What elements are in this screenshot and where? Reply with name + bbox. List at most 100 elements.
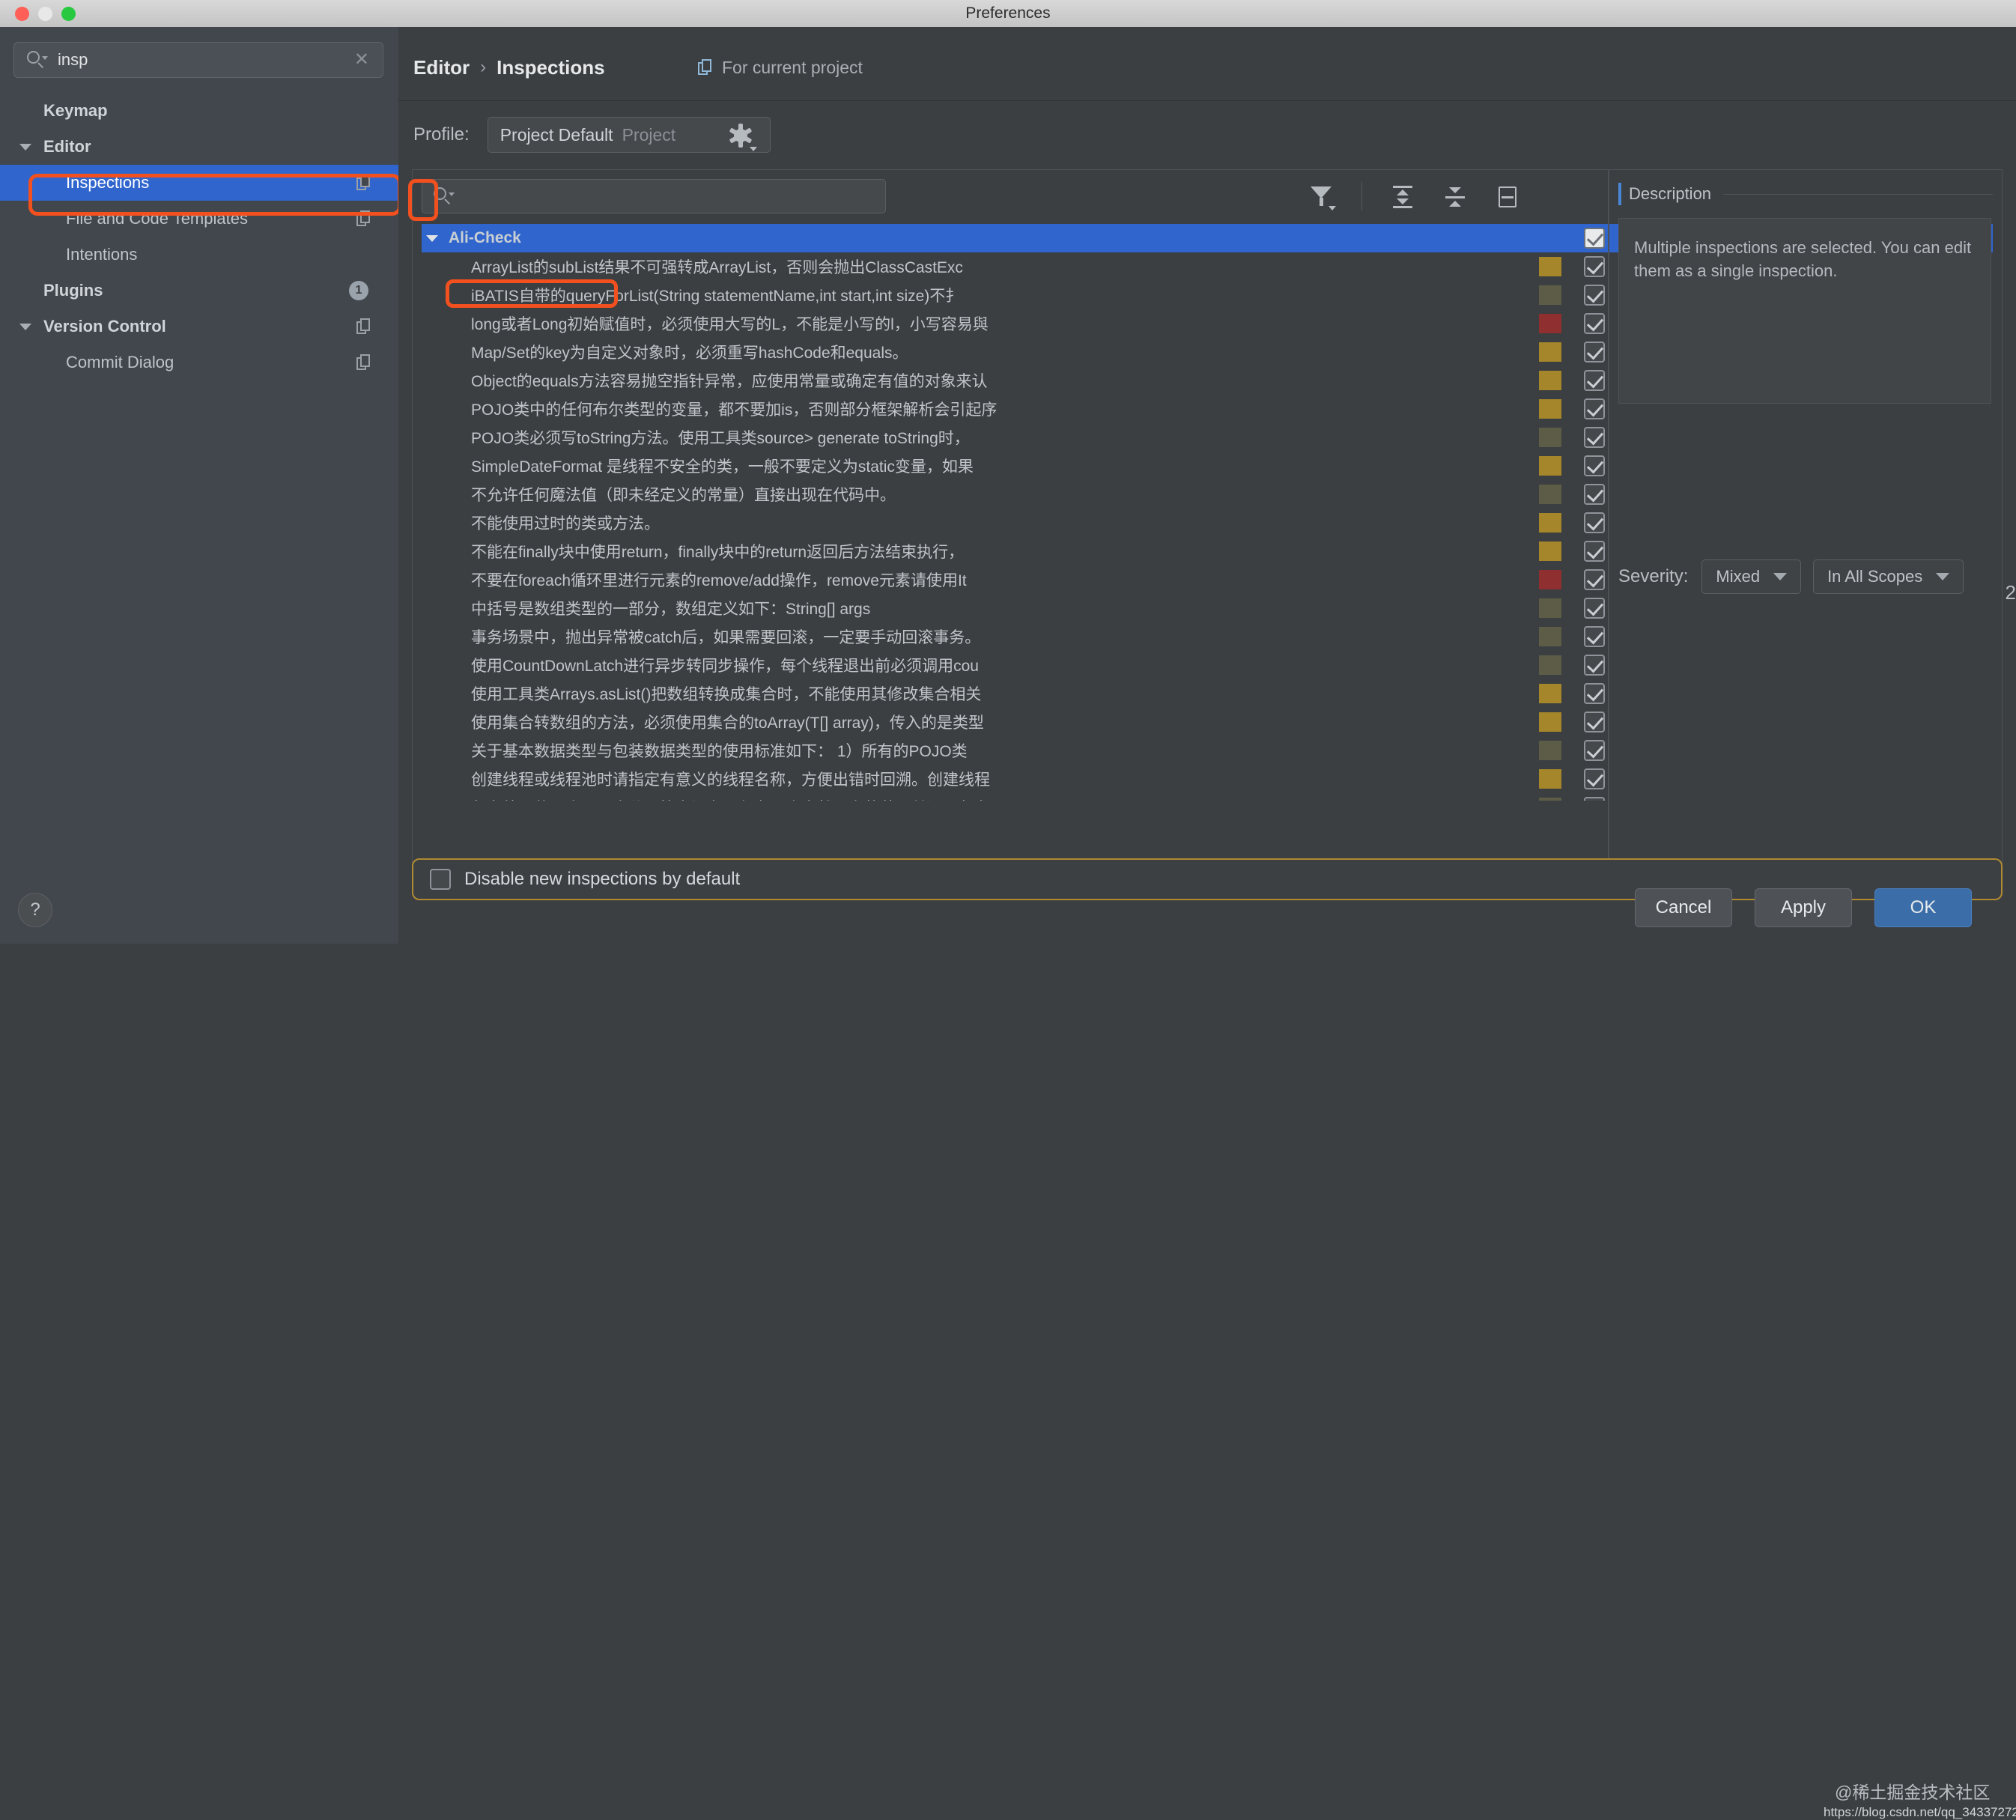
panel-splitter[interactable] bbox=[1608, 170, 1609, 865]
inspection-checkbox[interactable] bbox=[1584, 313, 1605, 334]
inspection-checkbox[interactable] bbox=[1584, 427, 1605, 448]
sidebar-item-list: Keymap Editor Inspections File and Code Tem… bbox=[0, 93, 398, 380]
help-button[interactable]: ? bbox=[18, 893, 52, 927]
inspection-checkbox[interactable] bbox=[1584, 342, 1605, 363]
inspections-panel: Ali-Check ArrayList的subList结果不可强转成ArrayLi… bbox=[408, 169, 2003, 865]
sidebar-item-commit-dialog[interactable]: Commit Dialog bbox=[0, 345, 398, 380]
sidebar-item-editor[interactable]: Editor bbox=[0, 129, 398, 165]
severity-swatch bbox=[1539, 655, 1561, 675]
description-title: Description bbox=[1629, 184, 1712, 203]
inspection-checkbox[interactable] bbox=[1584, 655, 1605, 676]
sidebar-item-label: Commit Dialog bbox=[66, 353, 174, 371]
inspection-label: 使用集合转数组的方法，必须使用集合的toArray(T[] array)，传入的… bbox=[471, 715, 984, 732]
collapse-all-button[interactable] bbox=[1440, 182, 1470, 212]
expand-all-button[interactable] bbox=[1388, 182, 1418, 212]
inspection-label: 使用CountDownLatch进行异步转同步操作，每个线程退出前必须调用cou bbox=[471, 658, 979, 675]
filter-button[interactable] bbox=[1307, 182, 1337, 212]
inspection-checkbox[interactable] bbox=[1584, 541, 1605, 562]
for-current-project-text: For current project bbox=[722, 57, 863, 77]
breadcrumb-inspections: Inspections bbox=[497, 55, 605, 79]
gear-icon[interactable] bbox=[728, 123, 757, 151]
apply-button[interactable]: Apply bbox=[1755, 888, 1852, 927]
inspection-checkbox[interactable] bbox=[1584, 683, 1605, 704]
inspection-row[interactable]: 使用工具类Arrays.asList()把数组转换成集合时，不能使用其修改集合相… bbox=[422, 679, 1993, 708]
window-edge-marker: 2 bbox=[2005, 581, 2016, 604]
severity-swatch bbox=[1539, 428, 1561, 447]
inspection-label: 事务场景中，抛出异常被catch后，如果需要回滚，一定要手动回滚事务。 bbox=[471, 629, 981, 646]
copy-icon[interactable] bbox=[356, 354, 371, 371]
expand-all-icon bbox=[1390, 184, 1415, 210]
ok-button[interactable]: OK bbox=[1874, 888, 1972, 927]
inspections-search[interactable] bbox=[422, 179, 886, 213]
inspection-checkbox[interactable] bbox=[1584, 797, 1605, 801]
sidebar-item-label: Inspections bbox=[66, 173, 150, 192]
inspection-row[interactable]: 中括号是数组类型的一部分，数组定义如下：String[] args bbox=[422, 594, 1993, 622]
inspection-row[interactable]: 事务场景中，抛出异常被catch后，如果需要回滚，一定要手动回滚事务。 bbox=[422, 622, 1993, 651]
inspection-row[interactable]: 包名统一使用小写，点分隔符之间有且仅有一个自然语义的英语单词。包名 bbox=[422, 793, 1993, 801]
inspection-label: Map/Set的key为自定义对象时，必须重写hashCode和equals。 bbox=[471, 345, 908, 362]
inspection-checkbox[interactable] bbox=[1584, 370, 1605, 391]
inspection-label: 不能在finally块中使用return，finally块中的return返回后… bbox=[471, 544, 965, 561]
description-body: Multiple inspections are selected. You c… bbox=[1618, 218, 1991, 404]
profile-label: Profile: bbox=[413, 124, 470, 145]
inspection-checkbox[interactable] bbox=[1584, 626, 1605, 647]
inspection-label: POJO类必须写toString方法。使用工具类source> generate… bbox=[471, 430, 970, 447]
inspection-checkbox[interactable] bbox=[1584, 712, 1605, 732]
inspection-checkbox[interactable] bbox=[1584, 285, 1605, 306]
breadcrumb-editor[interactable]: Editor bbox=[413, 56, 470, 79]
chevron-down-icon[interactable] bbox=[426, 234, 438, 242]
inspection-label: Object的equals方法容易抛空指针异常，应使用常量或确定有值的对象来认 bbox=[471, 373, 988, 390]
inspection-label: ArrayList的subList结果不可强转成ArrayList，否则会抛出C… bbox=[471, 259, 963, 276]
inspection-row[interactable]: 不允许任何魔法值（即未经定义的常量）直接出现在代码中。 bbox=[422, 480, 1993, 509]
inspection-checkbox[interactable] bbox=[1584, 768, 1605, 789]
severity-scope-select[interactable]: In All Scopes bbox=[1813, 559, 1964, 594]
description-area: Description Multiple inspections are sel… bbox=[1618, 181, 1993, 404]
inspection-row[interactable]: POJO类必须写toString方法。使用工具类source> generate… bbox=[422, 423, 1993, 452]
inspection-label: 不要在foreach循环里进行元素的remove/add操作，remove元素请… bbox=[471, 572, 967, 589]
header-divider bbox=[398, 100, 2016, 101]
inspection-checkbox[interactable] bbox=[1584, 455, 1605, 476]
severity-swatch bbox=[1539, 542, 1561, 561]
sidebar-item-label: Intentions bbox=[66, 245, 138, 264]
sidebar-item-plugins[interactable]: Plugins 1 bbox=[0, 273, 398, 309]
inspection-row[interactable]: 使用集合转数组的方法，必须使用集合的toArray(T[] array)，传入的… bbox=[422, 708, 1993, 736]
severity-select[interactable]: Mixed bbox=[1701, 559, 1802, 594]
cancel-button[interactable]: Cancel bbox=[1635, 888, 1732, 927]
inspection-checkbox[interactable] bbox=[1584, 598, 1605, 619]
inspection-label: POJO类中的任何布尔类型的变量，都不要加is，否则部分框架解析会引起序 bbox=[471, 401, 998, 419]
sidebar-item-inspections[interactable]: Inspections bbox=[0, 165, 398, 201]
inspection-checkbox[interactable] bbox=[1584, 512, 1605, 533]
severity-swatch bbox=[1539, 342, 1561, 362]
inspection-checkbox[interactable] bbox=[1584, 740, 1605, 761]
chevron-down-icon[interactable] bbox=[19, 323, 31, 330]
inspection-row[interactable]: 使用CountDownLatch进行异步转同步操作，每个线程退出前必须调用cou bbox=[422, 651, 1993, 679]
inspection-checkbox[interactable] bbox=[1584, 398, 1605, 419]
severity-swatch bbox=[1539, 399, 1561, 419]
inspection-row[interactable]: SimpleDateFormat 是线程不安全的类，一般不要定义为static变… bbox=[422, 452, 1993, 480]
inspection-row[interactable]: 不能使用过时的类或方法。 bbox=[422, 509, 1993, 537]
copy-icon[interactable] bbox=[356, 175, 371, 191]
grouping-button[interactable] bbox=[1493, 182, 1522, 212]
severity-swatch bbox=[1539, 285, 1561, 305]
severity-scope-value: In All Scopes bbox=[1827, 567, 1923, 586]
clear-search-icon[interactable]: ✕ bbox=[354, 51, 369, 69]
severity-swatch bbox=[1539, 684, 1561, 703]
sidebar-item-version-control[interactable]: Version Control bbox=[0, 309, 398, 345]
sidebar-item-intentions[interactable]: Intentions bbox=[0, 237, 398, 273]
chevron-down-icon[interactable] bbox=[19, 143, 31, 151]
inspection-checkbox[interactable] bbox=[1584, 484, 1605, 505]
inspection-checkbox[interactable] bbox=[1584, 569, 1605, 590]
plugin-count-badge: 1 bbox=[349, 281, 368, 300]
sidebar-item-file-and-code-templates[interactable]: File and Code Templates bbox=[0, 201, 398, 237]
inspection-group-checkbox[interactable] bbox=[1584, 228, 1605, 249]
copy-icon[interactable] bbox=[356, 318, 371, 335]
search-input[interactable]: insp bbox=[58, 50, 88, 70]
inspection-checkbox[interactable] bbox=[1584, 256, 1605, 277]
inspection-row[interactable]: 关于基本数据类型与包装数据类型的使用标准如下： 1）所有的POJO类 bbox=[422, 736, 1993, 765]
copy-icon[interactable] bbox=[356, 210, 371, 227]
inspection-row[interactable]: 创建线程或线程池时请指定有意义的线程名称，方便出错时回溯。创建线程 bbox=[422, 765, 1993, 793]
severity-swatch bbox=[1539, 456, 1561, 476]
sidebar-item-keymap[interactable]: Keymap bbox=[0, 93, 398, 129]
sidebar-search[interactable]: insp ✕ bbox=[13, 42, 383, 78]
window-titlebar: Preferences bbox=[0, 0, 2016, 28]
